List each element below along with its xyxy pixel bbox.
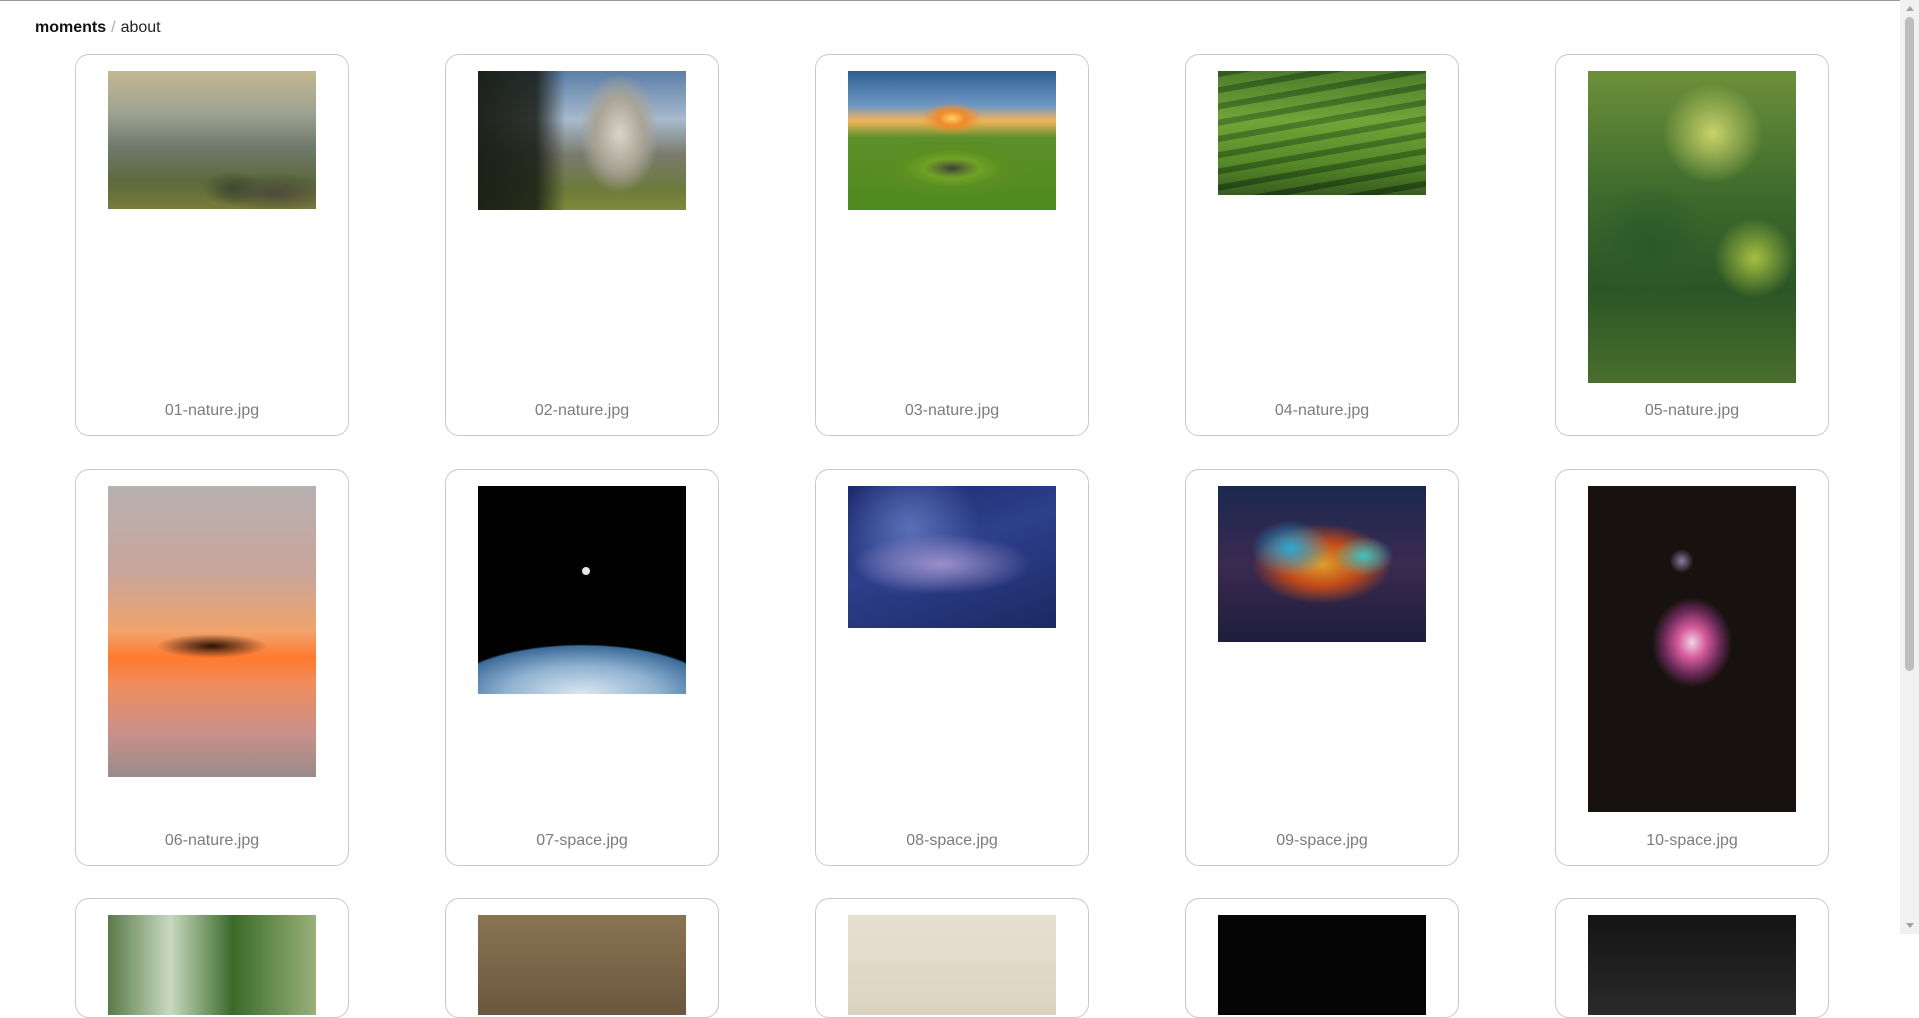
- photo-thumbnail[interactable]: [1588, 486, 1796, 812]
- photo-card[interactable]: [75, 898, 349, 1018]
- photo-card[interactable]: 07-space.jpg: [445, 469, 719, 866]
- photo-thumbnail[interactable]: [1218, 915, 1426, 1015]
- photo-card[interactable]: 08-space.jpg: [815, 469, 1089, 866]
- photo-caption: 07-space.jpg: [536, 832, 628, 849]
- photo-caption: 09-space.jpg: [1276, 832, 1368, 849]
- photo-caption: 03-nature.jpg: [904, 402, 1000, 419]
- photo-thumbnail[interactable]: [478, 71, 686, 210]
- photo-caption: 10-space.jpg: [1646, 832, 1738, 849]
- photo-thumbnail[interactable]: [1218, 71, 1426, 195]
- photo-grid: 01-nature.jpg 02-nature.jpg 03-nature.jp…: [0, 0, 1900, 1018]
- photo-caption: 01-nature.jpg: [164, 402, 260, 419]
- photo-thumbnail[interactable]: [848, 71, 1056, 210]
- scroll-up-arrow-icon[interactable]: [1906, 6, 1914, 11]
- photo-thumbnail[interactable]: [1588, 915, 1796, 1015]
- photo-card[interactable]: 04-nature.jpg: [1185, 54, 1459, 436]
- vertical-scrollbar[interactable]: [1900, 0, 1919, 934]
- photo-card[interactable]: 03-nature.jpg: [815, 54, 1089, 436]
- photo-card[interactable]: [445, 898, 719, 1018]
- photo-caption: 02-nature.jpg: [534, 402, 630, 419]
- photo-card[interactable]: 01-nature.jpg: [75, 54, 349, 436]
- photo-card[interactable]: 10-space.jpg: [1555, 469, 1829, 866]
- photo-card[interactable]: [815, 898, 1089, 1018]
- photo-thumbnail[interactable]: [1218, 486, 1426, 642]
- photo-card[interactable]: [1555, 898, 1829, 1018]
- photo-card[interactable]: 05-nature.jpg: [1555, 54, 1829, 436]
- scrollbar-thumb[interactable]: [1905, 17, 1914, 671]
- photo-thumbnail[interactable]: [848, 486, 1056, 628]
- photo-caption: 05-nature.jpg: [1644, 402, 1740, 419]
- photo-caption: 06-nature.jpg: [164, 832, 260, 849]
- photo-thumbnail[interactable]: [108, 915, 316, 1015]
- photo-card[interactable]: [1185, 898, 1459, 1018]
- photo-thumbnail[interactable]: [478, 915, 686, 1015]
- photo-card[interactable]: 02-nature.jpg: [445, 54, 719, 436]
- photo-caption: 08-space.jpg: [906, 832, 998, 849]
- photo-card[interactable]: 09-space.jpg: [1185, 469, 1459, 866]
- photo-thumbnail[interactable]: [478, 486, 686, 694]
- photo-thumbnail[interactable]: [848, 915, 1056, 1015]
- photo-thumbnail[interactable]: [108, 486, 316, 777]
- photo-thumbnail[interactable]: [108, 71, 316, 209]
- scroll-down-arrow-icon[interactable]: [1906, 923, 1914, 928]
- photo-caption: 04-nature.jpg: [1274, 402, 1370, 419]
- photo-card[interactable]: 06-nature.jpg: [75, 469, 349, 866]
- photo-thumbnail[interactable]: [1588, 71, 1796, 383]
